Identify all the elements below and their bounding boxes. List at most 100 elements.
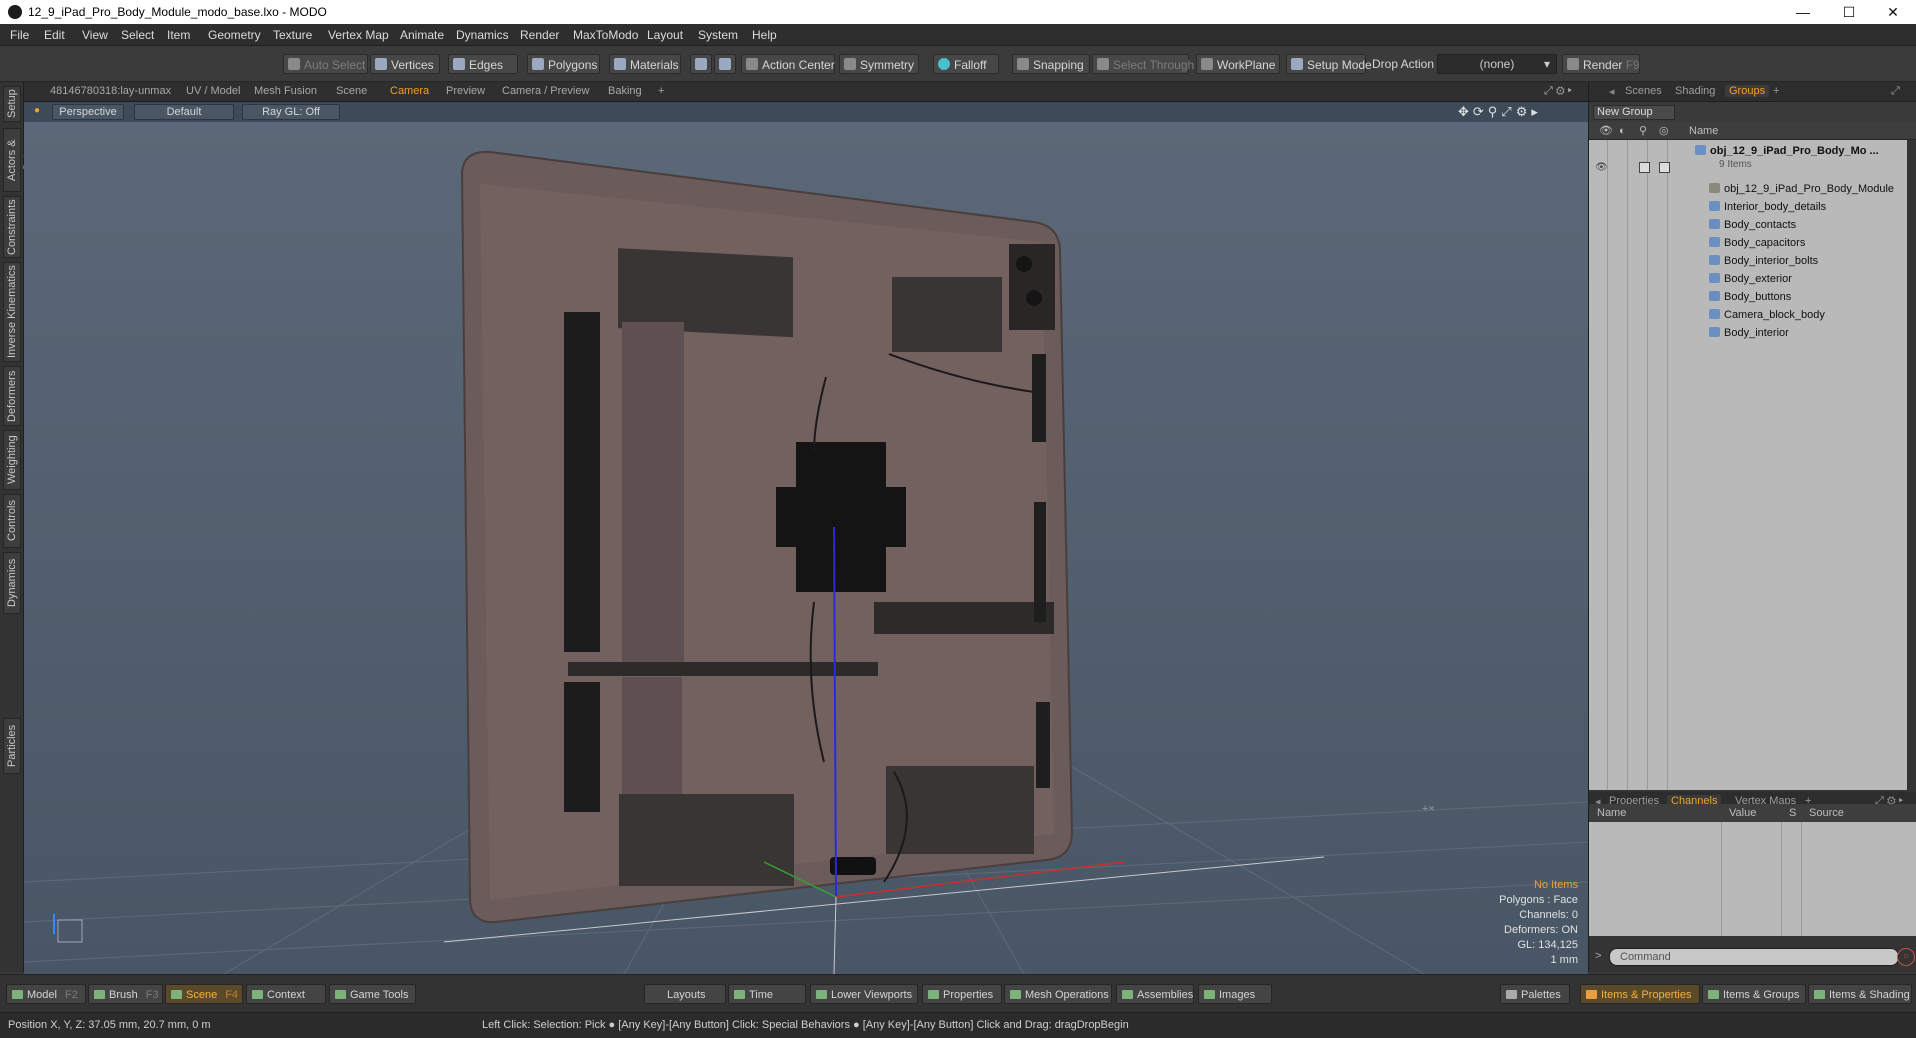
add-panel-tab-button[interactable]: + [1773,85,1779,97]
tab-particles[interactable]: Particles [3,718,21,774]
raygl-button[interactable]: Ray GL: Off [242,104,340,120]
tab-layout-unmax[interactable]: 48146780318:lay-unmax [50,85,171,97]
game-tools-layout-button[interactable]: Game Tools [329,984,416,1004]
tab-controls[interactable]: Controls [3,494,21,548]
drop-action-select[interactable]: (none) ▾ [1437,54,1557,74]
auto-select-button[interactable]: Auto Select [283,54,368,74]
tree-item-interior-details[interactable]: Interior_body_details [1709,198,1826,216]
tab-groups[interactable]: Groups [1725,85,1770,97]
menu-help[interactable]: Help [752,28,777,42]
shading-button[interactable]: Default [134,104,234,120]
tree-item-capacitors[interactable]: Body_capacitors [1709,234,1805,252]
minimize-button[interactable]: — [1780,0,1826,24]
menu-select[interactable]: Select [121,28,154,42]
name-column-header[interactable]: Name [1689,122,1718,140]
tab-scene[interactable]: Scene [336,85,367,97]
vertices-button[interactable]: Vertices [370,54,440,74]
items-shading-button[interactable]: Items & Shading [1808,984,1912,1004]
tab-mesh-fusion[interactable]: Mesh Fusion [254,85,317,97]
setup-mode-button[interactable]: Setup Mode [1286,54,1372,74]
polygons-button[interactable]: Polygons [527,54,600,74]
tab-dynamics[interactable]: Dynamics [3,552,21,614]
context-layout-button[interactable]: Context [246,984,326,1004]
menu-file[interactable]: File [10,28,29,42]
menu-animate[interactable]: Animate [400,28,444,42]
menu-texture[interactable]: Texture [273,28,312,42]
3d-viewport[interactable]: +× No Items Polygons : Face Channels: 0 … [24,122,1588,974]
tab-actors-sets[interactable]: Actors & Sets [3,128,34,192]
root-select-checkbox[interactable] [1659,162,1670,173]
close-button[interactable]: ✕ [1870,0,1916,24]
action-center-button[interactable]: Action Center [741,54,835,74]
tab-deformers[interactable]: Deformers [3,366,21,426]
symmetry-button[interactable]: Symmetry [839,54,919,74]
menu-render[interactable]: Render [520,28,559,42]
menu-item[interactable]: Item [167,28,190,42]
tab-preview[interactable]: Preview [446,85,485,97]
visibility-column-icon[interactable]: 👁 [1599,122,1613,140]
scene-layout-button[interactable]: Scene F4 [165,984,243,1004]
menu-system[interactable]: System [698,28,738,42]
projection-button[interactable]: Perspective [52,104,124,120]
snapping-button[interactable]: Snapping [1012,54,1090,74]
tree-item-contacts[interactable]: Body_contacts [1709,216,1796,234]
images-button[interactable]: Images [1198,984,1272,1004]
render-column-icon[interactable]: ◐ [1619,122,1626,140]
tree-item-interior[interactable]: Body_interior [1709,324,1789,342]
tab-shading[interactable]: Shading [1675,85,1715,97]
model-layout-button[interactable]: Model F2 [6,984,86,1004]
tree-item-interior-bolts[interactable]: Body_interior_bolts [1709,252,1818,270]
tab-camera-preview[interactable]: Camera / Preview [502,85,589,97]
menu-view[interactable]: View [82,28,108,42]
layouts-button[interactable]: Layouts [644,984,726,1004]
lower-viewports-button[interactable]: Lower Viewports [810,984,918,1004]
tab-camera[interactable]: Camera [390,85,429,97]
groups-tree[interactable]: 👁 obj_12_9_iPad_Pro_Body_Mo ... 9 Items … [1589,140,1907,790]
select-mode-a-button[interactable] [690,54,712,74]
maximize-viewport-icon[interactable]: ⤢ ⚙ ▸ [1544,85,1572,98]
tree-item-camera-block[interactable]: Camera_block_body [1709,306,1825,324]
tab-weighting[interactable]: Weighting [3,430,21,490]
channels-list[interactable] [1589,822,1916,936]
panel-menu-icon[interactable]: ◂ [1609,85,1615,98]
channel-source-header[interactable]: Source [1809,804,1844,822]
menu-geometry[interactable]: Geometry [208,28,261,42]
lock-column-icon[interactable]: ⚲ [1639,122,1647,140]
select-through-button[interactable]: Select Through [1092,54,1194,74]
falloff-button[interactable]: Falloff [933,54,999,74]
tab-scenes[interactable]: Scenes [1625,85,1662,97]
menu-layout[interactable]: Layout [647,28,683,42]
tab-setup[interactable]: Setup [3,86,21,122]
root-visibility-icon[interactable]: 👁 [1595,162,1608,173]
root-lock-checkbox[interactable] [1639,162,1650,173]
menu-edit[interactable]: Edit [44,28,65,42]
tree-item-buttons[interactable]: Body_buttons [1709,288,1791,306]
items-properties-button[interactable]: Items & Properties [1580,984,1700,1004]
tab-inverse-kinematics[interactable]: Inverse Kinematics [3,262,21,362]
record-macro-icon[interactable]: ○ [1897,948,1915,966]
tree-item-exterior[interactable]: Body_exterior [1709,270,1792,288]
channel-value-header[interactable]: Value [1729,804,1756,822]
palettes-button[interactable]: Palettes [1500,984,1570,1004]
brush-layout-button[interactable]: Brush F3 [88,984,163,1004]
command-input[interactable]: Command [1609,948,1899,966]
menu-dynamics[interactable]: Dynamics [456,28,509,42]
edges-button[interactable]: Edges [448,54,518,74]
tab-uv-model[interactable]: UV / Model [186,85,240,97]
select-mode-b-button[interactable] [714,54,736,74]
menu-vertex-map[interactable]: Vertex Map [328,28,389,42]
tab-baking[interactable]: Baking [608,85,642,97]
maximize-button[interactable]: ☐ [1826,0,1872,24]
assemblies-button[interactable]: Assemblies [1116,984,1194,1004]
viewport-nav-icons[interactable]: ✥⟳⚲⤢⚙▸ [1458,104,1542,120]
new-group-button[interactable]: New Group [1593,105,1675,120]
mesh-operations-button[interactable]: Mesh Operations [1004,984,1112,1004]
menu-maxtomodo[interactable]: MaxToModo [573,28,638,42]
tree-item-module[interactable]: obj_12_9_iPad_Pro_Body_Module [1709,180,1894,198]
channel-s-header[interactable]: S [1789,804,1796,822]
channel-name-header[interactable]: Name [1597,804,1626,822]
render-button[interactable]: Render F9 [1562,54,1640,74]
workplane-button[interactable]: WorkPlane [1196,54,1280,74]
add-tab-button[interactable]: + [658,85,664,97]
tab-constraints[interactable]: Constraints [3,196,21,258]
